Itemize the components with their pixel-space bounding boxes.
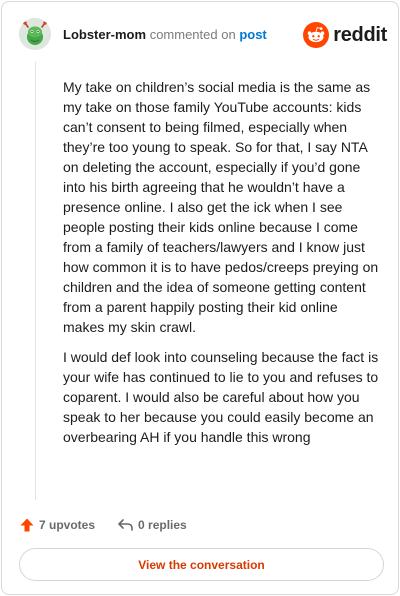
upvote-button[interactable]: 7 upvotes <box>19 517 95 533</box>
reply-arrow-icon <box>118 519 133 531</box>
upvote-arrow-icon <box>20 518 34 532</box>
comment-body: My take on children’s social media is th… <box>63 77 379 457</box>
post-link[interactable]: post <box>239 27 266 42</box>
reply-button[interactable]: 0 replies <box>117 517 187 533</box>
reddit-brand[interactable]: reddit <box>303 22 387 48</box>
upvote-count: 7 upvotes <box>39 518 96 532</box>
reddit-wordmark: reddit <box>333 23 387 46</box>
comment-card: Lobster-mom commented on post reddit My … <box>1 1 399 595</box>
snoo-avatar-icon <box>19 18 51 50</box>
view-conversation-button[interactable]: View the conversation <box>19 548 384 581</box>
action-text: commented on <box>149 27 236 42</box>
thread-line <box>35 62 36 500</box>
user-avatar[interactable] <box>19 18 51 50</box>
comment-paragraph-2: I would def look into counseling because… <box>63 349 379 445</box>
comment-header: Lobster-mom commented on post reddit <box>19 18 389 50</box>
reddit-logo-icon <box>303 22 330 48</box>
comment-actions: 7 upvotes 0 replies <box>19 515 187 535</box>
username-link[interactable]: Lobster-mom <box>63 27 146 42</box>
reply-count: 0 replies <box>138 518 187 532</box>
comment-paragraph-1: My take on children’s social media is th… <box>63 79 379 335</box>
comment-byline: Lobster-mom commented on post <box>63 27 267 43</box>
